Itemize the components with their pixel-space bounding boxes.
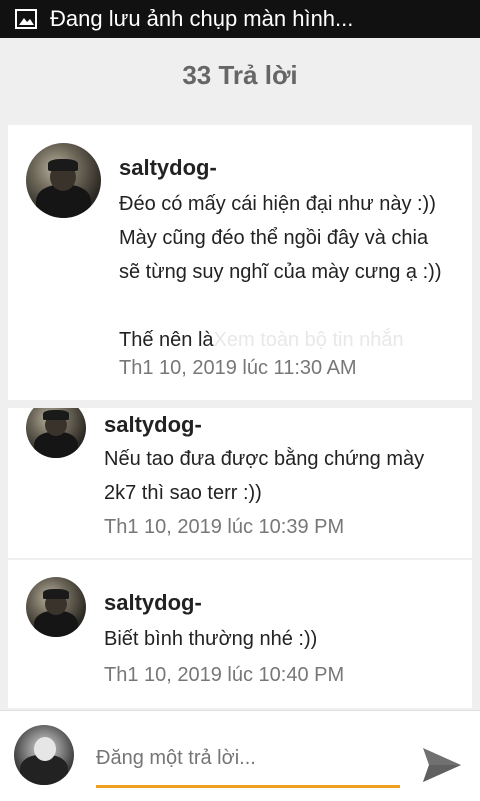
see-more-link[interactable]: Xem toàn bộ tin nhắn <box>214 329 404 351</box>
current-user-avatar <box>14 725 74 785</box>
reply-author[interactable]: saltydog- <box>104 590 202 616</box>
main-post-card: saltydog- Đéo có mấy cái hiện đại như nà… <box>8 125 472 400</box>
reply-card: saltydog- Nếu tao đưa được bằng chứng mà… <box>8 408 472 558</box>
status-text: Đang lưu ảnh chụp màn hình... <box>50 6 354 31</box>
reply-message: Biết bình thường nhé :)) <box>104 628 318 650</box>
input-underline <box>96 785 400 788</box>
status-bar: Đang lưu ảnh chụp màn hình... <box>0 0 480 38</box>
reply-input[interactable] <box>96 743 398 773</box>
reply-timestamp: Th1 10, 2019 lúc 10:40 PM <box>104 664 345 686</box>
avatar[interactable] <box>26 577 86 637</box>
post-message-text: Đéo có mấy cái hiện đại như này :)) Mày … <box>119 193 442 351</box>
send-icon <box>423 748 461 782</box>
avatar[interactable] <box>26 143 101 218</box>
post-author[interactable]: saltydog- <box>119 155 217 181</box>
reply-author[interactable]: saltydog- <box>104 412 202 438</box>
post-message: Đéo có mấy cái hiện đại như này :)) Mày … <box>119 187 464 357</box>
post-timestamp: Th1 10, 2019 lúc 11:30 AM <box>119 357 357 379</box>
image-icon <box>14 8 38 30</box>
page-title: 33 Trả lời <box>182 59 298 90</box>
avatar[interactable] <box>26 408 86 458</box>
reply-card: saltydog- Biết bình thường nhé :)) Th1 1… <box>8 560 472 708</box>
reply-message: Nếu tao đưa được bằng chứng mày 2k7 thì … <box>104 448 425 504</box>
reply-timestamp: Th1 10, 2019 lúc 10:39 PM <box>104 516 345 538</box>
send-button[interactable] <box>420 745 464 785</box>
reply-composer <box>0 710 480 801</box>
